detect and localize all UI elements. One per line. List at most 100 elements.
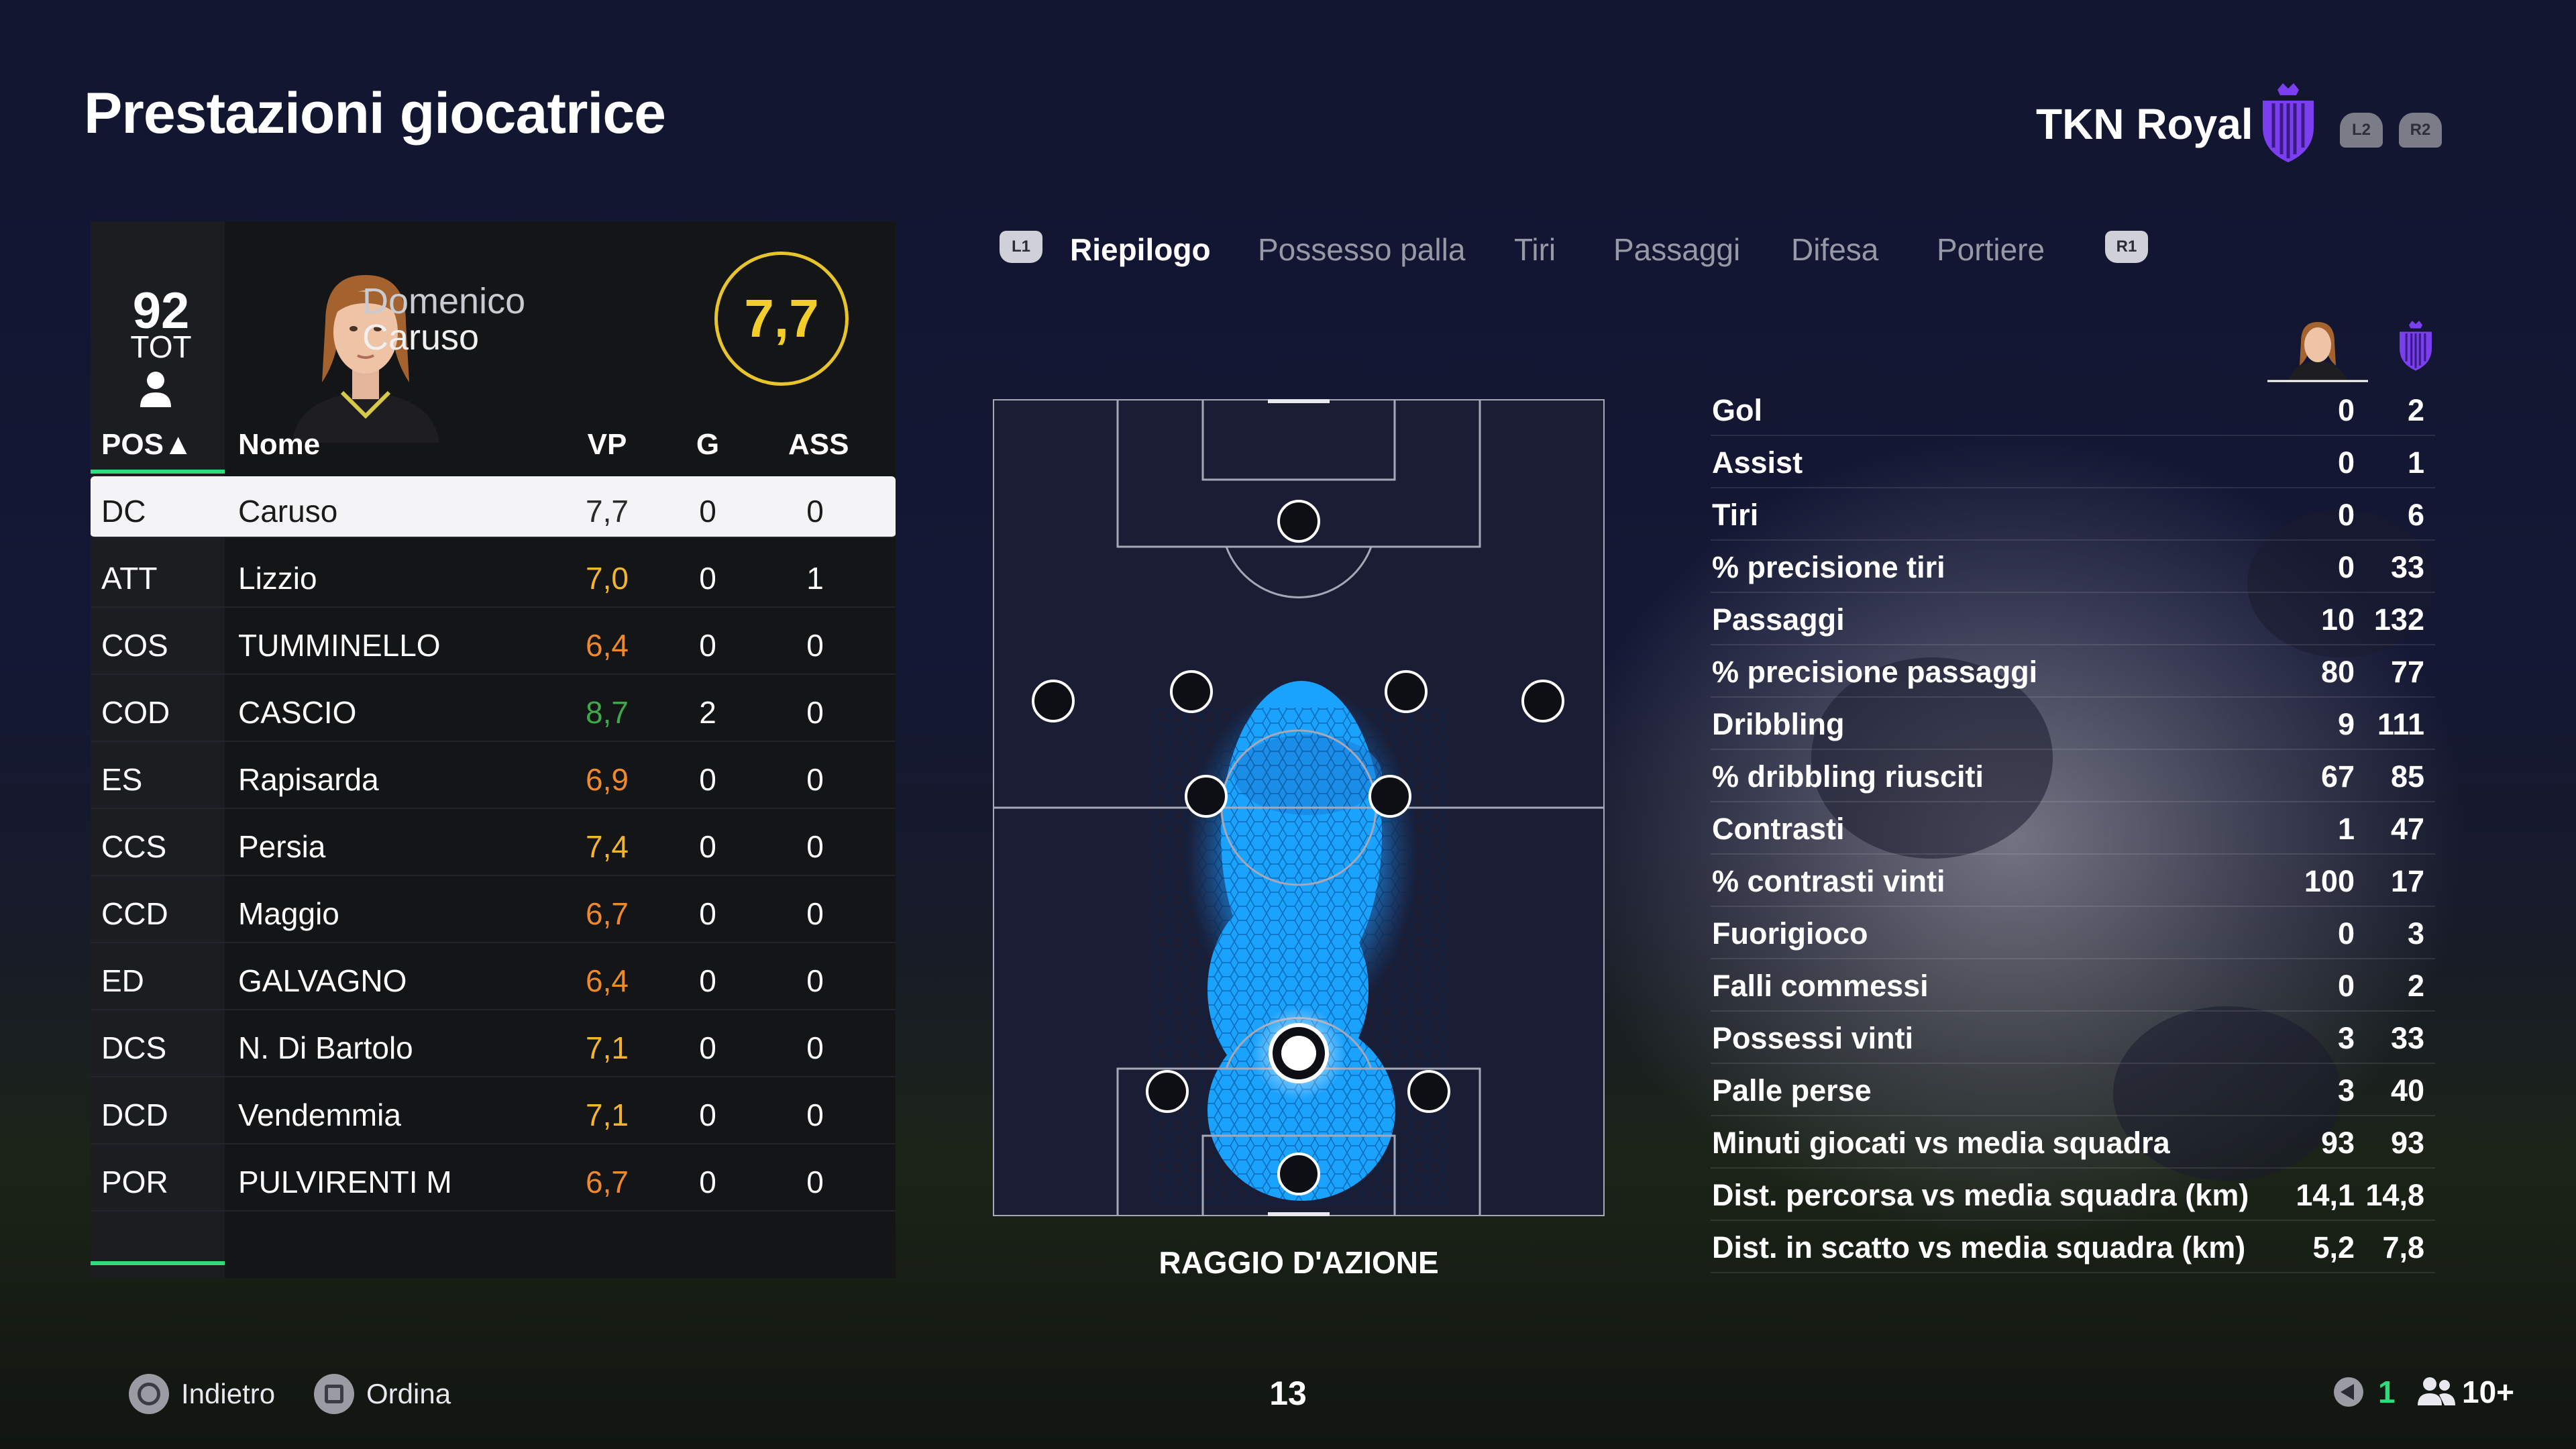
row-position: ES	[101, 762, 143, 797]
player-row[interactable]: ED GALVAGNO 6,4 0 0	[91, 946, 896, 1010]
col-vp-header[interactable]: VP	[574, 428, 641, 462]
stat-player-value: 14,1	[2296, 1178, 2355, 1212]
stat-team-value: 132	[2373, 602, 2424, 637]
sort-label: Ordina	[366, 1378, 451, 1409]
stat-team-value: 17	[2390, 864, 2424, 898]
stat-player-value: 9	[2337, 707, 2355, 741]
l1-button[interactable]: L1	[1000, 231, 1042, 263]
row-name: GALVAGNO	[238, 963, 407, 998]
stat-label: Tiri	[1712, 498, 1759, 532]
notification-icon	[2334, 1377, 2363, 1407]
stat-row: Dist. in scatto vs media squadra (km) 5,2…	[1711, 1221, 2435, 1273]
stat-team-value: 14,8	[2365, 1178, 2424, 1212]
stat-label: % precisione passaggi	[1712, 655, 2038, 689]
notifications[interactable]: 1	[2331, 1374, 2396, 1410]
list-end-indicator	[91, 1261, 225, 1265]
col-name-header[interactable]: Nome	[238, 428, 320, 462]
stat-team-value: 33	[2390, 1021, 2424, 1055]
col-g-header[interactable]: G	[681, 428, 735, 462]
stat-player-value: 0	[2337, 550, 2355, 584]
team-name: TKN Royal	[2036, 100, 2253, 148]
sort-indicator	[91, 470, 225, 474]
r1-button[interactable]: R1	[2105, 231, 2148, 263]
row-assists: 0	[806, 829, 824, 864]
friends-icon	[2418, 1377, 2455, 1405]
stat-row: % precisione tiri 0 33	[1711, 541, 2435, 593]
stat-label: Contrasti	[1712, 812, 1845, 846]
tab-riepilogo[interactable]: Riepilogo	[1070, 231, 1211, 268]
row-assists: 0	[806, 1097, 824, 1132]
stat-label: Gol	[1712, 393, 1762, 427]
row-position: CCD	[101, 896, 168, 931]
friends-online[interactable]: 10+	[2415, 1374, 2514, 1410]
player-row[interactable]: POR PULVIRENTI M 6,7 0 0	[91, 1147, 896, 1212]
marker-por	[1277, 1152, 1320, 1195]
col-pos-header[interactable]: POS▲	[101, 428, 193, 462]
stat-team-value: 111	[2377, 707, 2424, 741]
row-name: Caruso	[238, 494, 338, 529]
row-rating: 6,4	[586, 963, 629, 998]
stat-row: Falli commessi 0 2	[1711, 959, 2435, 1012]
row-goals: 0	[699, 494, 716, 529]
back-label: Indietro	[181, 1378, 276, 1409]
row-position: COD	[101, 695, 170, 730]
circle-button-icon	[129, 1374, 169, 1414]
stat-player-value: 0	[2337, 916, 2355, 951]
player-row[interactable]: CCD Maggio 6,7 0 0	[91, 879, 896, 943]
player-row[interactable]: COD CASCIO 8,7 2 0	[91, 678, 896, 742]
stat-label: Dribbling	[1712, 707, 1845, 741]
row-assists: 0	[806, 628, 824, 663]
stat-row: Dist. percorsa vs media squadra (km) 14,1…	[1711, 1169, 2435, 1221]
tab-difesa[interactable]: Difesa	[1791, 231, 1878, 268]
row-assists: 0	[806, 695, 824, 730]
back-action[interactable]: Indietro	[129, 1374, 275, 1414]
stat-player-value: 0	[2337, 969, 2355, 1003]
marker-ccd	[1385, 670, 1428, 713]
row-rating: 7,0	[586, 561, 629, 596]
player-row[interactable]: DCS N. Di Bartolo 7,1 0 0	[91, 1013, 896, 1077]
tab-tiri[interactable]: Tiri	[1514, 231, 1556, 268]
stat-team-value: 6	[2407, 498, 2424, 532]
stat-team-value: 93	[2390, 1126, 2424, 1160]
stat-row: % dribbling riusciti 67 85	[1711, 750, 2435, 802]
tab-possesso-palla[interactable]: Possesso palla	[1258, 231, 1465, 268]
row-rating: 8,7	[586, 695, 629, 730]
row-goals: 0	[699, 762, 716, 797]
row-assists: 0	[806, 1030, 824, 1065]
player-row[interactable]: DCD Vendemmia 7,1 0 0	[91, 1080, 896, 1144]
tab-portiere[interactable]: Portiere	[1937, 231, 2045, 268]
row-assists: 0	[806, 762, 824, 797]
tab-passaggi[interactable]: Passaggi	[1613, 231, 1740, 268]
player-row[interactable]: ATT Lizzio 7,0 0 1	[91, 543, 896, 608]
stat-row: Minuti giocati vs media squadra 93 93	[1711, 1116, 2435, 1169]
stat-label: Passaggi	[1712, 602, 1845, 637]
stat-team-value: 85	[2390, 759, 2424, 794]
player-row[interactable]: ES Rapisarda 6,9 0 0	[91, 745, 896, 809]
row-rating: 7,4	[586, 829, 629, 864]
stat-player-value: 80	[2320, 655, 2355, 689]
stat-team-value: 33	[2390, 550, 2424, 584]
row-position: ATT	[101, 561, 158, 596]
player-row[interactable]: CCS Persia 7,4 0 0	[91, 812, 896, 876]
row-assists: 1	[806, 561, 824, 596]
l2-button[interactable]: L2	[2340, 113, 2383, 148]
stat-player-value: 0	[2337, 393, 2355, 427]
row-name: Rapisarda	[238, 762, 379, 797]
stat-team-value: 40	[2390, 1073, 2424, 1108]
table-header: POS▲ Nome VP G ASS	[91, 423, 896, 463]
marker-dcs	[1146, 1070, 1189, 1113]
player-row[interactable]: COS TUMMINELLO 6,4 0 0	[91, 610, 896, 675]
row-rating: 6,9	[586, 762, 629, 797]
player-last-name: Caruso	[362, 317, 480, 358]
col-ass-header[interactable]: ASS	[788, 428, 849, 462]
r2-button[interactable]: R2	[2399, 113, 2442, 148]
match-rating-badge: 7,7	[714, 252, 849, 386]
row-assists: 0	[806, 494, 824, 529]
stat-team-value: 2	[2407, 393, 2424, 427]
row-goals: 0	[699, 963, 716, 998]
player-row[interactable]: DC Caruso 7,7 0 0	[91, 476, 896, 538]
sort-action[interactable]: Ordina	[314, 1374, 451, 1414]
marker-dcd	[1407, 1070, 1450, 1113]
marker-cos	[1368, 775, 1411, 818]
stat-row: Tiri 0 6	[1711, 488, 2435, 541]
